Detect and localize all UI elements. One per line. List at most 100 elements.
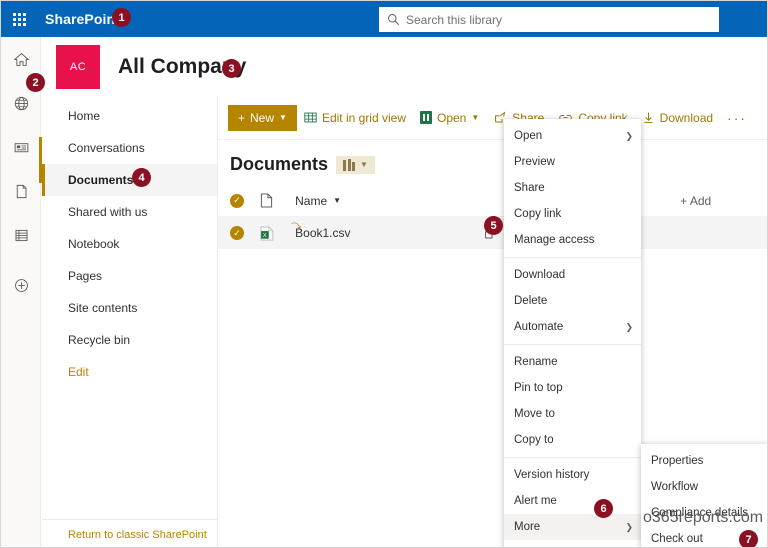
site-navigation: Home Conversations Documents Shared with… <box>42 96 218 547</box>
annotation-badge-6: 6 <box>594 499 613 518</box>
context-menu-item-copy-link[interactable]: Copy link <box>504 201 641 227</box>
sidebar-item-label: Recycle bin <box>68 333 131 347</box>
search-box[interactable] <box>379 7 719 32</box>
sidebar-item-shared-with-us[interactable]: Shared with us <box>42 196 217 228</box>
sidebar-item-conversations[interactable]: Conversations <box>42 132 217 164</box>
waffle-grid <box>12 12 26 26</box>
column-header-label: Name <box>295 193 328 208</box>
new-button[interactable]: + New ▼ <box>228 104 297 131</box>
annotation-badge-7: 7 <box>739 530 758 547</box>
menu-item-label: Rename <box>514 356 558 368</box>
more-commands-button[interactable]: ··· <box>720 104 754 132</box>
grid-icon <box>304 112 317 123</box>
rail-list-icon[interactable] <box>1 213 41 257</box>
menu-item-label: Alert me <box>514 495 557 507</box>
context-menu-item-pin-to-top[interactable]: Pin to top <box>504 375 641 401</box>
open-button[interactable]: Open ▼ <box>413 104 486 132</box>
sidebar-item-pages[interactable]: Pages <box>42 260 217 292</box>
sidebar-item-site-contents[interactable]: Site contents <box>42 292 217 324</box>
more-icon: ··· <box>727 109 748 126</box>
row-select-cell[interactable]: ✓ <box>230 226 260 240</box>
sidebar-item-label: Conversations <box>68 141 145 155</box>
context-menu-item-delete[interactable]: Delete <box>504 288 641 314</box>
chevron-down-icon: ▼ <box>279 113 287 122</box>
check-icon[interactable]: ✓ <box>230 193 244 208</box>
search-input[interactable] <box>406 12 713 27</box>
menu-item-label: Download <box>514 269 566 281</box>
menu-item-label: More <box>514 521 541 533</box>
rail-create-icon[interactable] <box>1 263 41 307</box>
menu-item-label: Automate <box>514 321 564 333</box>
context-menu-item-more[interactable]: More ❯ <box>504 514 641 540</box>
edit-in-grid-view-button[interactable]: Edit in grid view <box>297 104 413 132</box>
name-header-cell[interactable]: Name ▼ <box>295 194 483 208</box>
globe-icon <box>14 96 28 110</box>
create-icon <box>14 278 28 292</box>
sidebar-item-recycle-bin[interactable]: Recycle bin <box>42 324 217 356</box>
rail-news-icon[interactable] <box>1 125 41 169</box>
sidebar-item-label: Home <box>68 109 101 123</box>
context-menu-item-details[interactable]: Details <box>504 540 641 547</box>
submenu-item-workflow[interactable]: Workflow <box>641 474 767 500</box>
menu-item-label: Check out <box>651 533 703 545</box>
menu-item-label: Preview <box>514 156 555 168</box>
page-title: Documents <box>230 154 329 174</box>
menu-item-label: Properties <box>651 455 704 467</box>
sidebar-item-label: Shared with us <box>68 205 148 219</box>
annotation-badge-5: 5 <box>484 216 503 235</box>
context-menu-item-share[interactable]: Share <box>504 175 641 201</box>
rail-page-icon[interactable] <box>1 169 41 213</box>
excel-icon <box>420 111 432 124</box>
document-icon <box>260 193 272 208</box>
submenu-item-properties[interactable]: Properties <box>641 448 767 474</box>
sidebar-item-documents[interactable]: Documents <box>42 164 217 196</box>
menu-item-label: Move to <box>514 408 555 420</box>
site-header: AC All Company <box>42 38 767 96</box>
menu-item-label: Copy link <box>514 208 562 220</box>
library-view-icon <box>343 158 356 171</box>
sidebar-item-label: Pages <box>68 269 103 283</box>
watermark: o365reports.com <box>643 509 764 526</box>
site-logo: AC <box>56 45 100 89</box>
context-menu-item-preview[interactable]: Preview <box>504 149 641 175</box>
context-menu-item-download[interactable]: Download <box>504 262 641 288</box>
sharepoint-document-library-screenshot: SharePoint Search this library AC All Co… <box>0 0 768 548</box>
add-column-cell[interactable]: + Add <box>680 194 767 208</box>
row-name-cell[interactable]: ⤵ Book1.csv <box>291 220 483 240</box>
chevron-down-icon: ▼ <box>360 160 368 169</box>
app-launcher-icon[interactable] <box>1 1 37 37</box>
command-bar: + New ▼ Edit in grid view Open ▼ Share C… <box>218 96 767 140</box>
annotation-badge-3: 3 <box>222 59 241 78</box>
context-menu-item-copy-to[interactable]: Copy to <box>504 427 641 453</box>
chevron-right-icon: ❯ <box>625 521 633 532</box>
sharepoint-brand-link[interactable]: SharePoint <box>45 11 120 27</box>
context-menu-item-alert-me[interactable]: Alert me <box>504 488 641 514</box>
file-name-link[interactable]: ⤵ Book1.csv <box>291 220 351 240</box>
download-button[interactable]: Download <box>635 104 720 132</box>
view-selector[interactable]: ▼ <box>336 155 375 174</box>
context-menu-item-manage-access[interactable]: Manage access <box>504 227 641 253</box>
return-to-classic-link[interactable]: Return to classic SharePoint <box>68 529 207 541</box>
home-icon <box>12 52 30 66</box>
context-menu-item-open[interactable]: Open ❯ <box>504 123 641 149</box>
menu-item-label: Open <box>514 130 543 142</box>
csv-file-icon: X <box>260 226 273 240</box>
check-icon[interactable]: ✓ <box>230 226 244 240</box>
sidebar-item-edit[interactable]: Edit <box>42 356 217 388</box>
menu-item-label: Delete <box>514 295 548 307</box>
context-menu-item-version-history[interactable]: Version history <box>504 462 641 488</box>
context-menu-item-rename[interactable]: Rename <box>504 349 641 375</box>
menu-divider <box>504 257 641 258</box>
news-icon <box>14 142 28 152</box>
file-context-menu: Open ❯ Preview Share Copy link Manage ac… <box>504 119 641 547</box>
sidebar-item-notebook[interactable]: Notebook <box>42 228 217 260</box>
command-label: Edit in grid view <box>321 110 406 125</box>
select-all-cell[interactable]: ✓ <box>230 193 260 208</box>
menu-item-label: Pin to top <box>514 382 563 394</box>
context-menu-item-automate[interactable]: Automate ❯ <box>504 314 641 340</box>
sidebar-item-home[interactable]: Home <box>42 100 217 132</box>
sidebar-item-label: Documents <box>68 173 134 187</box>
command-label: Download <box>659 110 714 125</box>
context-menu-item-move-to[interactable]: Move to <box>504 401 641 427</box>
new-button-label: New <box>250 110 275 125</box>
